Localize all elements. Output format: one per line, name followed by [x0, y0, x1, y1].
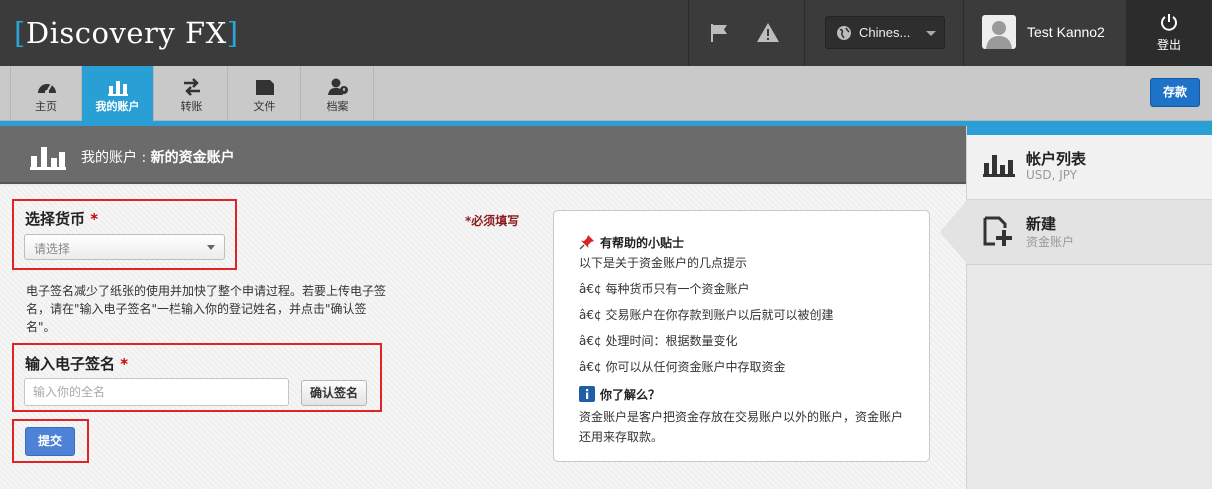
signature-label-text: 输入电子签名 [25, 355, 116, 373]
logo-bracket-close: ] [226, 16, 239, 50]
tip-item: â€¢ 每种货币只有一个资金账户 [579, 282, 750, 296]
confirm-signature-button[interactable]: 确认签名 [301, 380, 367, 406]
dashboard-icon [38, 84, 56, 94]
flag-icon[interactable] [708, 21, 732, 45]
tip-item: â€¢ 你可以从任何资金账户中存取资金 [579, 360, 786, 374]
active-pointer [940, 200, 967, 264]
submit-button[interactable]: 提交 [25, 427, 75, 456]
sidebar-accent [967, 126, 1212, 135]
main-nav: 主页 我的账户 转账 文件 档案 存款 [0, 66, 1212, 121]
sidebar-item-subtitle: 资金账户 [1026, 235, 1075, 249]
transfer-icon [184, 78, 200, 96]
currency-label: 选择货币 * [25, 208, 98, 229]
currency-label-text: 选择货币 [25, 210, 86, 228]
signature-label: 输入电子签名 * [25, 353, 128, 374]
sidebar-item-title: 新建 [1026, 215, 1057, 233]
language-label: Chines... [859, 25, 911, 40]
username[interactable]: Test Kanno2 [1027, 24, 1105, 40]
user-avatar-icon[interactable] [982, 15, 1016, 49]
required-note: *必须填写 [465, 214, 520, 228]
sidebar-item-account-list[interactable]: 帐户列表 USD, JPY [967, 135, 1212, 200]
logout-label: 登出 [1156, 38, 1181, 52]
sidebar-item-title: 帐户列表 [1026, 150, 1087, 168]
nav-label: 档案 [326, 100, 349, 113]
nav-item-files[interactable]: 文件 [229, 66, 301, 121]
nav-label: 文件 [253, 100, 276, 113]
signature-input[interactable]: 输入你的全名 [24, 378, 289, 406]
chevron-down-icon [926, 31, 936, 36]
info-icon [579, 386, 595, 402]
signature-description: 电子签名减少了纸张的使用并加快了整个申请过程。若要上传电子签名，请在"输入电子签… [26, 284, 387, 334]
deposit-button[interactable]: 存款 [1150, 78, 1200, 107]
logout-button[interactable]: 登出 [1126, 0, 1212, 66]
pushpin-icon [579, 234, 595, 250]
top-bar: [Discovery FX] Chines... Test Kanno2 登出 [0, 0, 1212, 66]
divider [963, 0, 964, 66]
logo-bracket-open: [ [14, 16, 26, 50]
nav-item-profile[interactable]: 档案 [302, 66, 374, 121]
right-sidebar: 帐户列表 USD, JPY 新建 资金账户 [940, 126, 1212, 489]
tips-title: 有帮助的小贴士 [579, 234, 684, 251]
divider [804, 0, 805, 66]
tips-panel: 有帮助的小贴士 以下是关于资金账户的几点提示 â€¢ 每种货币只有一个资金账户 … [553, 210, 930, 462]
currency-select-value: 请选择 [34, 242, 71, 256]
nav-label: 转账 [180, 100, 203, 113]
did-you-know-text: 资金账户是客户把资金存放在交易账户以外的账户，资金账户还用来存取款。 [579, 410, 904, 444]
language-selector[interactable]: Chines... [825, 16, 945, 49]
currency-select[interactable]: 请选择 [24, 234, 225, 260]
tip-item: â€¢ 处理时间：根据数量变化 [579, 334, 738, 348]
required-marker: * [90, 210, 99, 228]
add-document-icon [983, 216, 1012, 246]
page-header: 我的账户 : 新的资金账户 [0, 126, 966, 184]
bar-chart-icon [30, 147, 66, 170]
page-title: 新的资金账户 [150, 150, 235, 166]
tip-item: â€¢ 交易账户在你存款到账户以后就可以被创建 [579, 308, 834, 322]
breadcrumb: 我的账户 : 新的资金账户 [81, 147, 235, 167]
bar-chart-icon [108, 81, 128, 96]
nav-item-transfer[interactable]: 转账 [156, 66, 228, 121]
did-you-know-title: 你了解么？ [579, 386, 660, 403]
divider [688, 0, 689, 66]
chevron-down-icon [207, 245, 215, 250]
tips-title-text: 有帮助的小贴士 [600, 236, 685, 250]
power-icon [1161, 14, 1177, 31]
nav-item-my-account[interactable]: 我的账户 [82, 66, 154, 121]
breadcrumb-parent[interactable]: 我的账户 : [81, 150, 151, 166]
nav-item-home[interactable]: 主页 [10, 66, 82, 121]
logo-text: Discovery FX [25, 16, 227, 50]
sidebar-item-subtitle: USD, JPY [1026, 168, 1078, 182]
folder-icon [256, 80, 274, 95]
warning-icon[interactable] [756, 21, 780, 45]
required-marker: * [120, 355, 129, 373]
nav-label: 主页 [35, 100, 57, 113]
bar-chart-icon [983, 155, 1015, 177]
logo[interactable]: [Discovery FX] [14, 14, 239, 52]
nav-label: 我的账户 [95, 100, 140, 113]
sidebar-item-new[interactable]: 新建 资金账户 [940, 200, 1212, 265]
globe-icon [836, 25, 852, 41]
profile-icon [328, 78, 348, 95]
did-you-know-title-text: 你了解么？ [600, 388, 661, 402]
tips-intro: 以下是关于资金账户的几点提示 [579, 256, 748, 270]
